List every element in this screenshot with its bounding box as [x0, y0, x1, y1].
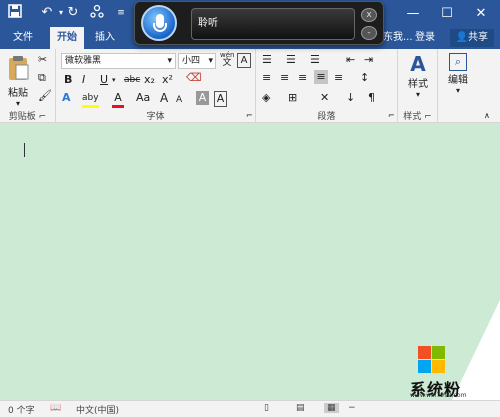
web-layout-icon[interactable]: ▦	[324, 403, 339, 413]
shading-icon[interactable]: ◈	[262, 91, 270, 105]
char-border-button[interactable]: A	[214, 91, 227, 107]
copy-icon[interactable]: ⧉	[38, 71, 46, 85]
word-count[interactable]: 0 个字	[8, 403, 35, 416]
save-icon[interactable]	[6, 4, 24, 22]
group-styles: A 样式 ▾ 样式 ⌐	[398, 49, 438, 123]
font-dialog-launcher-icon[interactable]: ⌐	[246, 109, 253, 123]
align-center-icon[interactable]: ≡	[280, 71, 289, 85]
person-icon: 👤	[455, 32, 468, 43]
group-paragraph: ☰ ☰ ☰ ⇤ ⇥ ≡ ≡ ≡ ≡ ≡ ↕ ◈ ⊞ ✕ ↓ ¶ 段落 ⌐	[256, 49, 398, 123]
zoom-out-button[interactable]: −	[348, 403, 356, 413]
change-case-button[interactable]: Aa	[136, 91, 150, 105]
underline-dropdown-icon[interactable]: ▾	[112, 73, 116, 87]
editing-label: 编辑	[448, 75, 468, 86]
align-right-icon[interactable]: ≡	[298, 71, 307, 85]
paste-dropdown-icon[interactable]: ▾	[4, 99, 32, 108]
tab-home[interactable]: 开始	[50, 27, 84, 49]
phonetic-guide-button[interactable]: wén 文	[220, 51, 234, 68]
show-marks-icon[interactable]: ¶	[368, 91, 375, 105]
text-cursor	[24, 143, 30, 157]
font-size-select[interactable]: 小四 ▾	[178, 53, 216, 69]
char-shading-button[interactable]: A	[196, 91, 209, 105]
clear-formatting-icon[interactable]: ⌫	[186, 71, 202, 85]
paste-button[interactable]: 粘贴 ▾	[4, 55, 32, 108]
distributed-icon[interactable]: ≡	[334, 71, 343, 85]
ribbon: 粘贴 ▾ ✂ ⧉ 🖌 剪贴板 ⌐ 微软雅黑 ▾ 小四 ▾ wén 文 A B I U …	[0, 49, 500, 123]
sort-icon[interactable]: ↓	[346, 91, 355, 105]
status-bar: 0 个字 📖 中文(中国) ▯ ▤ ▦ −	[0, 400, 500, 417]
minimize-button[interactable]: —	[398, 0, 428, 27]
touch-mode-icon[interactable]	[88, 4, 106, 22]
clipboard-group-label: 剪贴板 ⌐	[8, 112, 47, 122]
bullets-icon[interactable]: ☰	[262, 53, 272, 67]
grow-font-button[interactable]: A	[160, 91, 168, 105]
microphone-button[interactable]	[141, 5, 177, 41]
tab-insert[interactable]: 插入	[88, 27, 122, 49]
proofing-icon[interactable]: 📖	[50, 403, 61, 413]
styles-icon: A	[410, 52, 426, 76]
restore-button[interactable]: ☐	[432, 0, 462, 27]
line-spacing-icon[interactable]: ↕	[360, 71, 369, 85]
speech-minimize-button[interactable]: -	[361, 26, 377, 40]
speech-close-button[interactable]: x	[361, 8, 377, 22]
redo-icon[interactable]: ↻	[64, 4, 82, 22]
format-painter-icon[interactable]: 🖌	[38, 89, 52, 103]
text-effects-button[interactable]: A	[62, 91, 71, 105]
speech-recognition-widget: 聆听 x -	[134, 1, 384, 45]
multilevel-list-icon[interactable]: ☰	[310, 53, 320, 67]
font-color-button[interactable]: A	[112, 91, 124, 108]
group-clipboard: 粘贴 ▾ ✂ ⧉ 🖌 剪贴板 ⌐	[0, 49, 56, 123]
borders-icon[interactable]: ⊞	[288, 91, 297, 105]
underline-button[interactable]: U	[100, 73, 108, 87]
group-editing: ⌕ 编辑 ▾	[438, 49, 478, 123]
paste-icon	[9, 56, 29, 80]
styles-label: 样式	[408, 79, 428, 90]
paste-label: 粘贴	[8, 88, 28, 99]
font-group-label: 字体	[146, 112, 165, 122]
subscript-button[interactable]: x₂	[144, 73, 155, 87]
font-name-select[interactable]: 微软雅黑 ▾	[61, 53, 176, 69]
decrease-indent-icon[interactable]: ⇤	[346, 53, 355, 67]
strikethrough-button[interactable]: abc	[124, 73, 140, 87]
share-label: 共享	[468, 32, 488, 43]
highlight-button[interactable]: aby	[82, 91, 99, 108]
superscript-button[interactable]: x²	[162, 73, 173, 87]
bold-button[interactable]: B	[64, 73, 72, 87]
asian-layout-icon[interactable]: ✕	[320, 91, 329, 105]
align-left-icon[interactable]: ≡	[262, 71, 271, 85]
justify-icon[interactable]: ≡	[314, 70, 328, 84]
print-layout-icon[interactable]: ▤	[296, 403, 305, 413]
paragraph-dialog-launcher-icon[interactable]: ⌐	[388, 109, 395, 123]
share-button[interactable]: 👤共享	[449, 29, 494, 47]
customize-icon[interactable]: ≡	[112, 4, 130, 22]
group-font: 微软雅黑 ▾ 小四 ▾ wén 文 A B I U ▾ abc x₂ x² ⌫ A a…	[56, 49, 256, 123]
read-mode-icon[interactable]: ▯	[264, 403, 269, 413]
close-button[interactable]: ✕	[466, 0, 496, 27]
styles-button[interactable]: A 样式 ▾	[404, 53, 432, 99]
shrink-font-button[interactable]: A	[176, 93, 182, 107]
watermark-site-url: www.win7999.com	[410, 392, 467, 399]
styles-group-label: 样式 ⌐	[403, 112, 432, 122]
paragraph-group-label: 段落	[317, 112, 336, 122]
speech-status-display: 聆听	[191, 8, 355, 40]
enclose-char-button[interactable]: A	[237, 53, 251, 68]
language-indicator[interactable]: 中文(中国)	[76, 403, 119, 416]
windows-logo-icon	[418, 346, 431, 359]
increase-indent-icon[interactable]: ⇥	[364, 53, 373, 67]
find-icon: ⌕	[449, 53, 467, 71]
collapse-ribbon-icon[interactable]: ∧	[484, 109, 490, 123]
tab-file[interactable]: 文件	[6, 27, 40, 49]
italic-button[interactable]: I	[82, 73, 85, 87]
tab-signin[interactable]: 登录	[408, 27, 442, 49]
watermark-logo: 系统粉 www.win7999.com	[362, 334, 498, 400]
editing-button[interactable]: ⌕ 编辑 ▾	[444, 53, 472, 95]
cut-icon[interactable]: ✂	[38, 53, 47, 67]
numbering-icon[interactable]: ☰	[286, 53, 296, 67]
